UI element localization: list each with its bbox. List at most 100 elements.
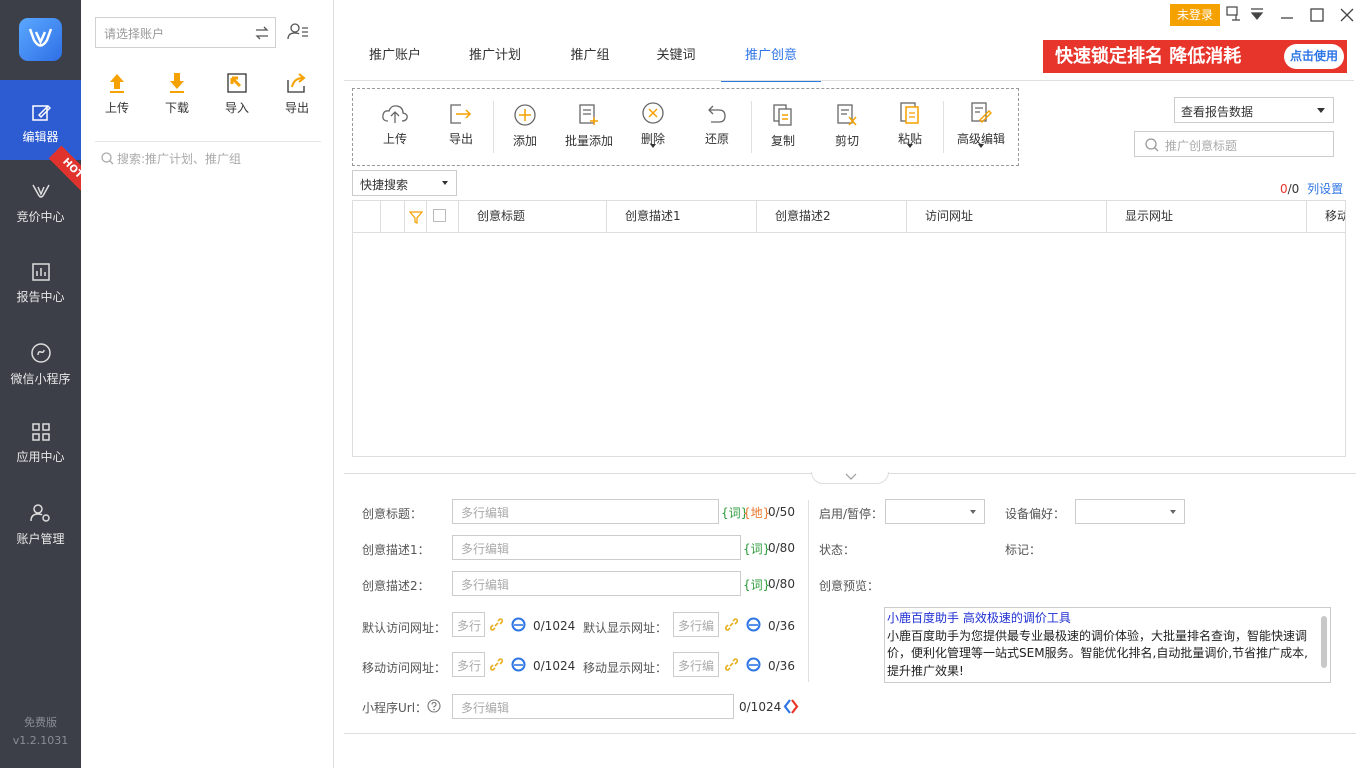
- rail-item-label: 账户管理: [16, 532, 65, 546]
- rail-item-wechat-miniprogram[interactable]: 微信小程序: [0, 320, 81, 400]
- quick-search-select[interactable]: 快捷搜索: [352, 170, 457, 196]
- rail-item-report-center[interactable]: 报告中心: [0, 240, 81, 320]
- default-display-count: 0/36: [768, 619, 795, 633]
- default-url-count: 0/1024: [533, 619, 576, 633]
- restore-button[interactable]: 还原: [687, 89, 747, 167]
- mini-url-label: 小程序Url：: [362, 699, 427, 716]
- creative-title-search-input[interactable]: 推广创意标题: [1134, 131, 1334, 157]
- insert-word-tag[interactable]: {词}: [743, 576, 770, 593]
- browser-ie-icon[interactable]: [746, 657, 761, 672]
- remote-assist-icon[interactable]: [1226, 6, 1242, 22]
- desc2-input[interactable]: 多行编辑: [452, 571, 741, 596]
- row-number-column: [381, 201, 405, 232]
- device-select[interactable]: [1075, 499, 1185, 524]
- rail-item-account-management[interactable]: 账户管理: [0, 480, 81, 560]
- insert-word-tag[interactable]: {词}: [743, 540, 770, 557]
- user-list-icon[interactable]: [287, 22, 309, 42]
- promo-banner[interactable]: 快速锁定排名 降低消耗 点击使用: [1043, 40, 1347, 73]
- swap-icon[interactable]: [254, 25, 270, 41]
- cut-button[interactable]: 剪切: [817, 89, 877, 167]
- link-icon[interactable]: [724, 617, 739, 632]
- column-settings-link[interactable]: 列设置: [1307, 182, 1343, 196]
- column-header-desc1[interactable]: 创意描述1: [607, 201, 757, 232]
- browser-ie-icon[interactable]: [746, 617, 761, 632]
- toolbar-label: 复制: [770, 134, 795, 148]
- upload-tool-button[interactable]: 上传: [97, 72, 137, 116]
- banner-use-button[interactable]: 点击使用: [1284, 44, 1344, 69]
- toolbar-separator: [493, 101, 494, 153]
- menu-dropdown-icon[interactable]: [1250, 8, 1264, 20]
- status-label: 状态：: [819, 543, 856, 557]
- report-data-select[interactable]: 查看报告数据: [1174, 97, 1334, 123]
- default-url-input[interactable]: 多行: [452, 612, 485, 637]
- toolbar-label: 粘贴: [897, 132, 922, 146]
- mini-url-input[interactable]: 多行编辑: [452, 694, 734, 719]
- tab-keyword[interactable]: 关键词: [636, 38, 716, 82]
- minimize-icon[interactable]: [1280, 8, 1294, 22]
- desc1-input[interactable]: 多行编辑: [452, 535, 741, 560]
- login-status-button[interactable]: 未登录: [1170, 4, 1220, 26]
- column-header-desc2[interactable]: 创意描述2: [757, 201, 907, 232]
- help-icon[interactable]: [427, 699, 441, 713]
- mini-link-icon[interactable]: [783, 699, 799, 714]
- tab-plan[interactable]: 推广计划: [450, 38, 540, 82]
- browser-ie-icon[interactable]: [511, 617, 526, 632]
- upload-icon: [110, 74, 124, 93]
- download-tool-button[interactable]: 下载: [157, 72, 197, 116]
- toolbar-label: 添加: [512, 134, 537, 148]
- left-rail: 编辑器 竞价中心 HOT 报告中心 微信小程序 应用中心 账户管理 免费版 v1…: [0, 0, 96, 768]
- upload-button[interactable]: 上传: [363, 89, 427, 167]
- import-tool-button[interactable]: 导入: [217, 72, 257, 116]
- desc2-count: 0/80: [768, 577, 795, 591]
- insert-region-tag[interactable]: {地}: [743, 504, 770, 521]
- batch-add-icon: [579, 104, 598, 125]
- browser-ie-icon[interactable]: [511, 657, 526, 672]
- delete-icon: [642, 102, 664, 124]
- default-display-input[interactable]: 多行编: [673, 612, 719, 637]
- undo-icon: [708, 105, 726, 123]
- column-header-display-url[interactable]: 显示网址: [1107, 201, 1307, 232]
- advanced-edit-button[interactable]: 高级编辑: [947, 89, 1015, 167]
- creative-toolbar: 上传 导出 添加 批量添加 删除 还原 复制 剪切 粘贴 高级编辑: [352, 88, 1019, 166]
- preview-scrollbar[interactable]: [1321, 616, 1327, 668]
- mobile-display-input[interactable]: 多行编: [673, 652, 719, 677]
- column-header-visit-url[interactable]: 访问网址: [907, 201, 1107, 232]
- rail-item-app-center[interactable]: 应用中心: [0, 400, 81, 480]
- link-icon[interactable]: [489, 617, 504, 632]
- link-icon[interactable]: [489, 657, 504, 672]
- select-all-column[interactable]: [427, 201, 459, 232]
- account-select[interactable]: 请选择账户: [95, 17, 276, 48]
- account-settings-icon: [29, 504, 50, 522]
- tab-creative[interactable]: 推广创意: [721, 38, 821, 82]
- export-tool-button[interactable]: 导出: [277, 72, 317, 116]
- delete-button[interactable]: 删除: [623, 89, 683, 167]
- close-icon[interactable]: [1340, 8, 1354, 22]
- mobile-url-input[interactable]: 多行: [452, 652, 485, 677]
- select-all-checkbox[interactable]: [433, 209, 446, 222]
- collapse-handle[interactable]: [811, 472, 889, 484]
- add-button[interactable]: 添加: [495, 89, 555, 167]
- title-count: 0/50: [768, 505, 795, 519]
- column-header-title[interactable]: 创意标题: [459, 201, 607, 232]
- toolbar-label: 高级编辑: [956, 132, 1005, 146]
- plan-search-input[interactable]: 搜索:推广计划、推广组: [101, 150, 241, 167]
- filter-icon[interactable]: [408, 210, 424, 224]
- export-button[interactable]: 导出: [431, 89, 491, 167]
- column-header-mobile[interactable]: 移动: [1307, 201, 1345, 232]
- tab-account[interactable]: 推广账户: [350, 38, 440, 82]
- rail-item-label: 微信小程序: [10, 372, 71, 386]
- enable-select[interactable]: [885, 499, 985, 524]
- selected-count: 0: [1280, 182, 1288, 196]
- maximize-icon[interactable]: [1310, 8, 1324, 22]
- tab-group[interactable]: 推广组: [550, 38, 630, 82]
- chevron-down-icon: [1170, 510, 1176, 514]
- export-icon: [287, 73, 306, 93]
- copy-button[interactable]: 复制: [753, 89, 813, 167]
- link-icon[interactable]: [724, 657, 739, 672]
- rail-item-editor[interactable]: 编辑器: [0, 80, 81, 160]
- paste-button[interactable]: 粘贴: [879, 89, 941, 167]
- title-input[interactable]: 多行编辑: [452, 499, 719, 524]
- import-icon: [227, 73, 247, 93]
- batch-add-button[interactable]: 批量添加: [557, 89, 621, 167]
- filter-column[interactable]: [405, 201, 427, 232]
